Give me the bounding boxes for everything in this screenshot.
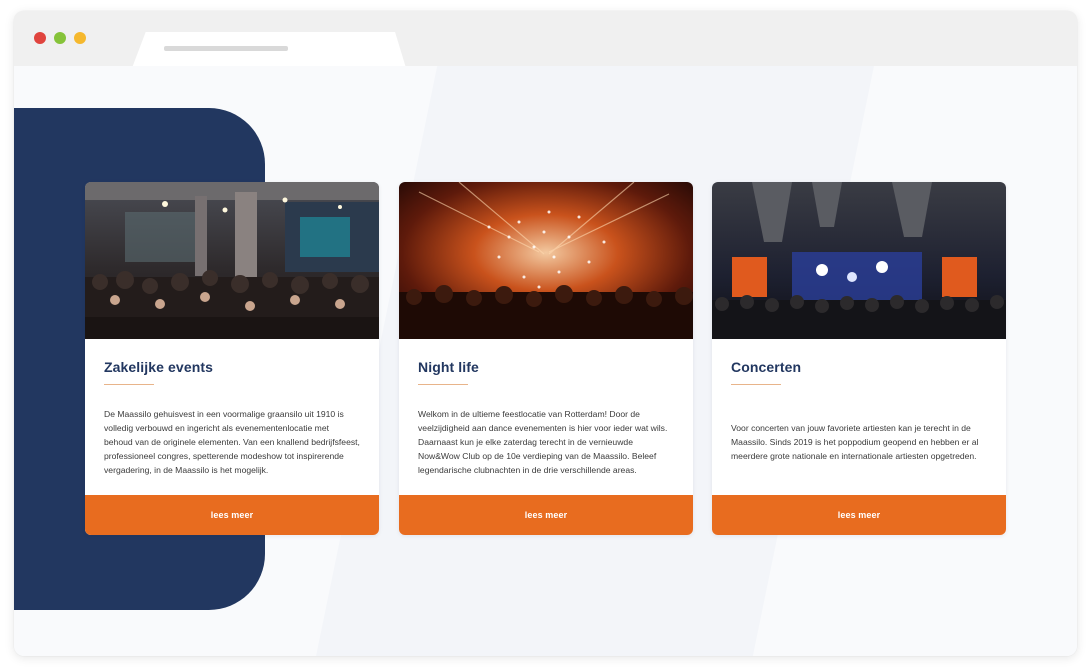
card-description: De Maassilo gehuisvest in een voormalige… xyxy=(104,409,360,475)
card-description: Voor concerten van jouw favoriete arties… xyxy=(731,423,979,461)
card-title: Zakelijke events xyxy=(104,359,213,375)
card-concerten: Concerten Voor concerten van jouw favori… xyxy=(712,182,1006,535)
lees-meer-button[interactable]: lees meer xyxy=(712,495,1006,535)
card-night-life: Night life Welkom in de ultieme feestloc… xyxy=(399,182,693,535)
maximize-dot[interactable] xyxy=(74,32,86,44)
close-dot[interactable] xyxy=(34,32,46,44)
card-title: Night life xyxy=(418,359,479,375)
title-underline xyxy=(418,384,468,385)
confetti-party-photo xyxy=(399,182,693,339)
title-underline xyxy=(104,384,154,385)
browser-tab[interactable] xyxy=(132,32,406,68)
lees-meer-button[interactable]: lees meer xyxy=(85,495,379,535)
card-description: Welkom in de ultieme feestlocatie van Ro… xyxy=(418,409,668,475)
minimize-dot[interactable] xyxy=(54,32,66,44)
browser-titlebar xyxy=(14,11,1077,68)
browser-window: Zakelijke events De Maassilo gehuisvest … xyxy=(14,11,1077,656)
concert-stage-photo xyxy=(712,182,1006,339)
card-zakelijke-events: Zakelijke events De Maassilo gehuisvest … xyxy=(85,182,379,535)
tab-title-placeholder xyxy=(164,46,288,51)
crowd-event-hall-photo xyxy=(85,182,379,339)
title-underline xyxy=(731,384,781,385)
lees-meer-button[interactable]: lees meer xyxy=(399,495,693,535)
page-content: Zakelijke events De Maassilo gehuisvest … xyxy=(14,66,1077,656)
card-title: Concerten xyxy=(731,359,802,375)
